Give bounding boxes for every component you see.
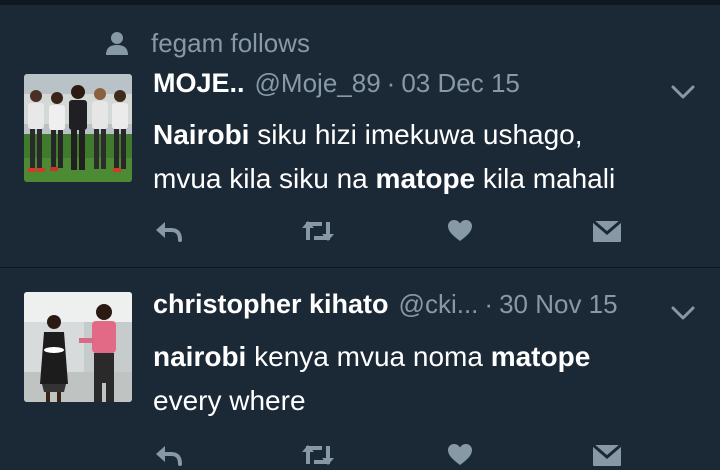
tweet-actions — [153, 440, 633, 470]
avatar-image — [24, 74, 132, 182]
retweet-icon — [302, 221, 334, 241]
avatar[interactable] — [24, 74, 132, 182]
tweet-text: Nairobi siku hizi imekuwa ushago, mvua ki… — [153, 113, 696, 201]
tweet[interactable]: fegam follows MOJE.. @Moje_89 · 03 Dec 1… — [0, 5, 720, 267]
tweet-text: nairobi kenya mvua noma matope every wher… — [153, 335, 696, 423]
tweet-date[interactable]: 03 Dec 15 — [401, 68, 520, 99]
chevron-down-icon[interactable] — [670, 304, 696, 322]
retweet-button[interactable] — [300, 440, 336, 470]
reply-button[interactable] — [153, 216, 183, 246]
highlighted-keyword: Nairobi — [153, 119, 250, 150]
tweet-text-segment: siku hizi imekuwa ushago, — [249, 119, 583, 150]
reply-icon — [156, 446, 182, 466]
tweet-text-segment: mvua kila siku na — [153, 163, 376, 194]
reply-icon — [156, 222, 182, 242]
chevron-down-icon[interactable] — [670, 83, 696, 101]
tweet[interactable]: christopher kihato @cki... · 30 Nov 15 n… — [0, 268, 720, 469]
tweet-text-segment: every where — [153, 385, 306, 416]
social-context-text: fegam follows — [151, 27, 310, 58]
social-context: fegam follows — [104, 27, 310, 59]
separator-dot: · — [386, 68, 396, 98]
direct-message-icon — [592, 443, 622, 466]
tweet-header: MOJE.. @Moje_89 · 03 Dec 15 — [153, 68, 696, 99]
highlighted-keyword: matope — [490, 341, 591, 372]
username[interactable]: @cki... — [399, 289, 479, 320]
avatar-image — [24, 292, 132, 402]
tweet-text-segment: kenya mvua noma — [246, 341, 491, 372]
like-button[interactable] — [447, 440, 473, 470]
direct-message-button[interactable] — [592, 216, 622, 246]
display-name[interactable]: christopher kihato — [153, 289, 389, 320]
retweet-icon — [302, 445, 334, 465]
reply-button[interactable] — [153, 440, 183, 470]
person-icon — [106, 32, 128, 55]
tweet-header: christopher kihato @cki... · 30 Nov 15 — [153, 289, 696, 320]
avatar[interactable] — [24, 292, 132, 402]
separator-dot: · — [484, 289, 494, 319]
like-icon — [448, 220, 472, 241]
retweet-button[interactable] — [300, 216, 336, 246]
direct-message-button[interactable] — [592, 440, 622, 470]
tweet-text-segment: kila mahali — [475, 163, 616, 194]
like-button[interactable] — [447, 216, 473, 246]
tweet-actions — [153, 216, 633, 246]
username[interactable]: @Moje_89 — [255, 68, 381, 99]
direct-message-icon — [592, 219, 622, 242]
like-icon — [448, 444, 472, 465]
highlighted-keyword: nairobi — [153, 341, 247, 372]
tweet-date[interactable]: 30 Nov 15 — [499, 289, 618, 320]
display-name[interactable]: MOJE.. — [153, 68, 245, 99]
highlighted-keyword: matope — [375, 163, 476, 194]
